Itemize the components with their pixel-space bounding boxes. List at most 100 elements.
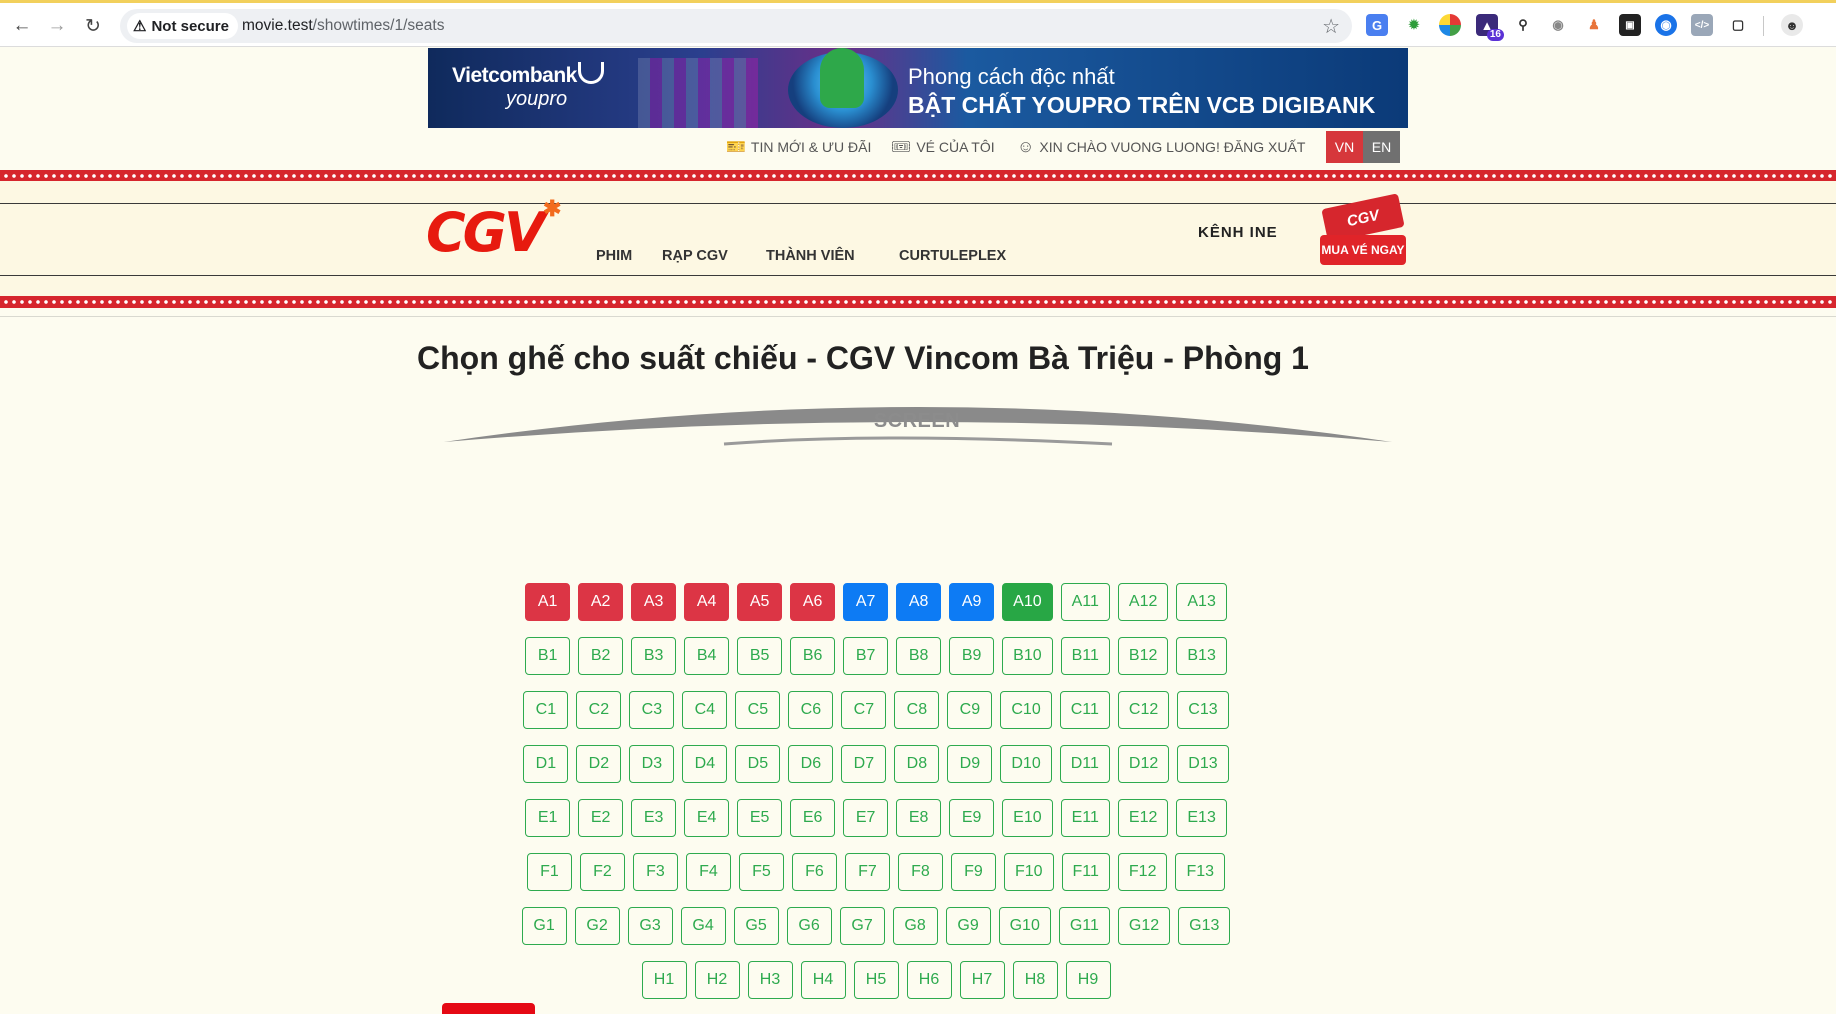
seat-d6[interactable]: D6 xyxy=(788,745,834,783)
seat-f8[interactable]: F8 xyxy=(897,853,943,891)
seat-c3[interactable]: C3 xyxy=(629,691,675,729)
seat-e4[interactable]: E4 xyxy=(684,799,730,837)
seat-b4[interactable]: B4 xyxy=(684,637,730,675)
seat-c2[interactable]: C2 xyxy=(576,691,622,729)
seat-g4[interactable]: G4 xyxy=(680,907,726,945)
seat-a1[interactable]: A1 xyxy=(525,583,571,621)
seat-e6[interactable]: E6 xyxy=(790,799,836,837)
seat-d11[interactable]: D11 xyxy=(1059,745,1110,783)
seat-f9[interactable]: F9 xyxy=(950,853,996,891)
seat-f7[interactable]: F7 xyxy=(844,853,890,891)
seat-a9[interactable]: A9 xyxy=(949,583,995,621)
bookmark-star-icon[interactable]: ☆ xyxy=(1322,14,1340,39)
ad-banner[interactable]: Vietcombank youpro Phong cách độc nhất B… xyxy=(428,48,1408,128)
seat-b6[interactable]: B6 xyxy=(790,637,836,675)
seat-c5[interactable]: C5 xyxy=(735,691,781,729)
seat-b3[interactable]: B3 xyxy=(631,637,677,675)
seat-e12[interactable]: E12 xyxy=(1117,799,1169,837)
seat-d3[interactable]: D3 xyxy=(629,745,675,783)
seat-e3[interactable]: E3 xyxy=(631,799,677,837)
security-chip[interactable]: ⚠ Not secure xyxy=(127,13,238,39)
seat-h2[interactable]: H2 xyxy=(694,961,740,999)
seat-h7[interactable]: H7 xyxy=(959,961,1005,999)
color-picker-extension-icon[interactable] xyxy=(1439,14,1461,36)
seat-f6[interactable]: F6 xyxy=(791,853,837,891)
seat-g9[interactable]: G9 xyxy=(945,907,991,945)
seat-h4[interactable]: H4 xyxy=(800,961,846,999)
shield-extension-icon[interactable]: ◉ xyxy=(1547,14,1569,36)
seat-a10[interactable]: A10 xyxy=(1002,583,1053,621)
url-text[interactable]: movie.test/showtimes/1/seats xyxy=(242,17,444,35)
seat-g1[interactable]: G1 xyxy=(521,907,567,945)
seat-h9[interactable]: H9 xyxy=(1065,961,1111,999)
seat-e13[interactable]: E13 xyxy=(1176,799,1227,837)
seat-g2[interactable]: G2 xyxy=(574,907,620,945)
seat-c8[interactable]: C8 xyxy=(894,691,940,729)
seat-d1[interactable]: D1 xyxy=(523,745,569,783)
seat-a11[interactable]: A11 xyxy=(1060,583,1110,621)
kenh-cine-logo[interactable]: KÊNH INE xyxy=(1198,224,1278,241)
seat-c1[interactable]: C1 xyxy=(523,691,569,729)
seat-d13[interactable]: D13 xyxy=(1177,745,1229,783)
seat-e10[interactable]: E10 xyxy=(1002,799,1053,837)
seat-a2[interactable]: A2 xyxy=(578,583,624,621)
seat-h6[interactable]: H6 xyxy=(906,961,952,999)
seat-a6[interactable]: A6 xyxy=(790,583,836,621)
menu-item-rap-cgv[interactable]: RẠP CGV xyxy=(662,248,728,264)
address-bar[interactable]: ⚠ Not secure movie.test/showtimes/1/seat… xyxy=(120,9,1352,43)
seat-a12[interactable]: A12 xyxy=(1117,583,1169,621)
seat-h1[interactable]: H1 xyxy=(641,961,687,999)
seat-c13[interactable]: C13 xyxy=(1177,691,1229,729)
seat-h8[interactable]: H8 xyxy=(1012,961,1058,999)
translate-extension-icon[interactable]: G xyxy=(1366,14,1388,36)
seat-e2[interactable]: E2 xyxy=(578,799,624,837)
seat-b10[interactable]: B10 xyxy=(1002,637,1053,675)
news-link[interactable]: 🎫 TIN MỚI & ƯU ĐÃI xyxy=(726,136,871,158)
menu-item-culturplex[interactable]: CURTULEPLEX xyxy=(899,248,1006,264)
seat-d12[interactable]: D12 xyxy=(1117,745,1170,783)
seat-e7[interactable]: E7 xyxy=(843,799,889,837)
gear-extension-icon[interactable]: ✹ xyxy=(1403,14,1425,36)
seat-g8[interactable]: G8 xyxy=(892,907,938,945)
pin-extension-icon[interactable]: ⚲ xyxy=(1512,14,1534,36)
seat-b11[interactable]: B11 xyxy=(1060,637,1110,675)
buy-ticket-button[interactable]: CGV MUA VÉ NGAY xyxy=(1318,193,1406,269)
seat-b1[interactable]: B1 xyxy=(525,637,571,675)
seat-b2[interactable]: B2 xyxy=(578,637,624,675)
seat-f2[interactable]: F2 xyxy=(579,853,625,891)
account-link[interactable]: ☺ XIN CHÀO VUONG LUONG! ĐĂNG XUẤT xyxy=(1017,136,1305,158)
seat-c7[interactable]: C7 xyxy=(841,691,887,729)
seat-a13[interactable]: A13 xyxy=(1176,583,1227,621)
seat-e11[interactable]: E11 xyxy=(1060,799,1110,837)
seat-f5[interactable]: F5 xyxy=(738,853,784,891)
seat-f13[interactable]: F13 xyxy=(1175,853,1226,891)
eye-extension-icon[interactable]: ◉ xyxy=(1655,14,1677,36)
seat-g5[interactable]: G5 xyxy=(733,907,779,945)
menu-item-thanh-vien[interactable]: THÀNH VIÊN xyxy=(766,248,855,264)
menu-item-phim[interactable]: PHIM xyxy=(596,248,632,264)
seat-a7[interactable]: A7 xyxy=(843,583,889,621)
seat-f12[interactable]: F12 xyxy=(1117,853,1168,891)
seat-e8[interactable]: E8 xyxy=(896,799,942,837)
seat-g12[interactable]: G12 xyxy=(1117,907,1171,945)
forward-icon[interactable]: → xyxy=(42,11,72,41)
seat-b9[interactable]: B9 xyxy=(949,637,995,675)
profile-avatar-icon[interactable]: ☻ xyxy=(1781,14,1803,36)
seat-d9[interactable]: D9 xyxy=(947,745,993,783)
seat-g7[interactable]: G7 xyxy=(839,907,885,945)
seat-e9[interactable]: E9 xyxy=(949,799,995,837)
seat-b8[interactable]: B8 xyxy=(896,637,942,675)
cgv-logo[interactable]: CGV xyxy=(426,206,546,260)
seat-a5[interactable]: A5 xyxy=(737,583,783,621)
seat-b13[interactable]: B13 xyxy=(1176,637,1227,675)
lang-en-button[interactable]: EN xyxy=(1363,131,1400,163)
seat-a8[interactable]: A8 xyxy=(896,583,942,621)
seat-g6[interactable]: G6 xyxy=(786,907,832,945)
seat-a4[interactable]: A4 xyxy=(684,583,730,621)
seat-e5[interactable]: E5 xyxy=(737,799,783,837)
seat-b12[interactable]: B12 xyxy=(1117,637,1169,675)
seat-f3[interactable]: F3 xyxy=(632,853,678,891)
image-extension-icon[interactable]: ▣ xyxy=(1619,14,1641,36)
seat-g11[interactable]: G11 xyxy=(1058,907,1110,945)
seat-d8[interactable]: D8 xyxy=(894,745,940,783)
